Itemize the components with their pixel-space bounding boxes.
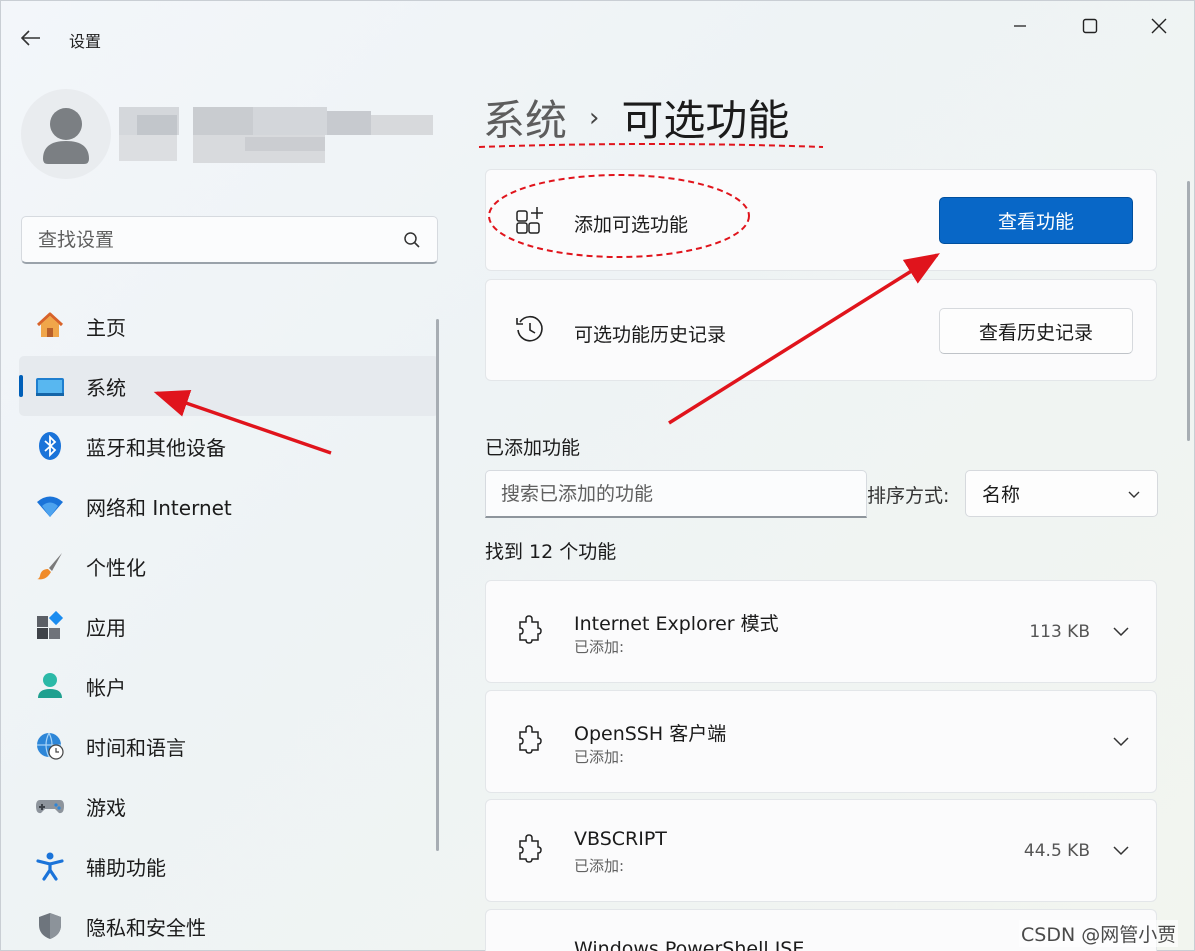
puzzle-icon bbox=[519, 615, 542, 644]
sidebar-item-bluetooth[interactable]: 蓝牙和其他设备 bbox=[19, 416, 439, 476]
watermark: CSDN @网管小贾 bbox=[1019, 920, 1179, 947]
feature-status: 已添加: bbox=[574, 638, 625, 656]
sort-value: 名称 bbox=[982, 484, 1021, 506]
apps-icon bbox=[35, 611, 65, 641]
settings-window: 设置 查找设置 主页 系统 蓝牙和其他设备 网络和 Internet 个性化 应… bbox=[0, 0, 1195, 951]
sidebar-item-label: 帐户 bbox=[86, 675, 126, 700]
accessibility-icon bbox=[35, 851, 65, 881]
feature-name: Internet Explorer 模式 bbox=[574, 613, 779, 635]
add-feature-title: 添加可选功能 bbox=[574, 214, 689, 236]
history-icon bbox=[514, 313, 546, 345]
back-arrow-icon bbox=[21, 30, 40, 46]
maximize-icon bbox=[1082, 18, 1098, 34]
wifi-icon bbox=[35, 491, 65, 521]
shield-icon bbox=[35, 911, 65, 941]
breadcrumb-parent[interactable]: 系统 bbox=[483, 87, 567, 148]
user-icon bbox=[43, 108, 89, 164]
sort-label: 排序方式: bbox=[867, 485, 950, 507]
sidebar-item-label: 主页 bbox=[86, 315, 126, 340]
title-bar: 设置 bbox=[1, 1, 1195, 71]
maximize-button[interactable] bbox=[1067, 9, 1113, 43]
sidebar-item-label: 辅助功能 bbox=[86, 855, 166, 880]
breadcrumb: 系统 › 可选功能 bbox=[483, 87, 789, 148]
feature-history-title: 可选功能历史记录 bbox=[574, 324, 727, 346]
sidebar-item-gaming[interactable]: 游戏 bbox=[19, 776, 439, 836]
sidebar-item-label: 时间和语言 bbox=[86, 735, 186, 760]
feature-history-card: 可选功能历史记录 查看历史记录 bbox=[485, 279, 1157, 381]
app-title: 设置 bbox=[69, 32, 102, 51]
sort-dropdown[interactable]: 名称 bbox=[965, 470, 1158, 517]
close-icon bbox=[1151, 18, 1167, 34]
sidebar-nav: 主页 系统 蓝牙和其他设备 网络和 Internet 个性化 应用 帐户 时间和… bbox=[19, 296, 439, 951]
bluetooth-icon bbox=[35, 431, 65, 461]
found-count: 找到 12 个功能 bbox=[485, 541, 617, 563]
add-apps-icon bbox=[514, 204, 546, 236]
sidebar-scrollbar[interactable] bbox=[436, 319, 439, 851]
search-icon[interactable] bbox=[403, 231, 421, 249]
globe-clock-icon bbox=[35, 731, 65, 761]
chevron-down-icon[interactable] bbox=[1112, 734, 1130, 748]
brush-icon bbox=[35, 551, 65, 581]
home-icon bbox=[35, 311, 65, 341]
avatar[interactable] bbox=[21, 89, 111, 179]
sidebar-item-accessibility[interactable]: 辅助功能 bbox=[19, 836, 439, 896]
feature-item[interactable]: OpenSSH 客户端 已添加: bbox=[485, 690, 1157, 793]
installed-features-heading: 已添加功能 bbox=[485, 437, 581, 459]
chevron-down-icon[interactable] bbox=[1112, 843, 1130, 857]
feature-name: OpenSSH 客户端 bbox=[574, 723, 727, 745]
feature-status: 已添加: bbox=[574, 857, 625, 875]
breadcrumb-separator: › bbox=[589, 102, 600, 133]
sidebar-item-label: 蓝牙和其他设备 bbox=[86, 435, 226, 460]
feature-name: VBSCRIPT bbox=[574, 828, 667, 850]
search-input[interactable] bbox=[38, 228, 398, 251]
sidebar-item-label: 隐私和安全性 bbox=[86, 915, 206, 940]
sidebar-item-personalization[interactable]: 个性化 bbox=[19, 536, 439, 596]
page-title: 可选功能 bbox=[621, 96, 790, 145]
feature-size: 113 KB bbox=[1029, 622, 1090, 642]
content-scrollbar[interactable] bbox=[1187, 181, 1190, 441]
sidebar-item-label: 网络和 Internet bbox=[86, 495, 232, 520]
sidebar-item-network[interactable]: 网络和 Internet bbox=[19, 476, 439, 536]
puzzle-icon bbox=[519, 834, 542, 863]
back-button[interactable] bbox=[15, 23, 47, 53]
redacted-user-name bbox=[119, 107, 433, 163]
close-button[interactable] bbox=[1136, 9, 1182, 43]
active-indicator bbox=[19, 375, 23, 397]
sidebar-item-label: 应用 bbox=[86, 615, 126, 640]
sidebar-item-apps[interactable]: 应用 bbox=[19, 596, 439, 656]
add-feature-card: 添加可选功能 查看功能 bbox=[485, 169, 1157, 271]
feature-item[interactable]: VBSCRIPT 已添加: 44.5 KB bbox=[485, 799, 1157, 902]
gamepad-icon bbox=[35, 791, 65, 821]
sidebar-item-home[interactable]: 主页 bbox=[19, 296, 439, 356]
sidebar-item-label: 个性化 bbox=[86, 555, 146, 580]
chevron-down-icon bbox=[1128, 491, 1140, 498]
sidebar-item-label: 游戏 bbox=[86, 795, 126, 820]
chevron-down-icon[interactable] bbox=[1112, 624, 1130, 638]
minimize-button[interactable] bbox=[997, 9, 1043, 43]
feature-name: Windows PowerShell ISE bbox=[574, 938, 805, 951]
sidebar-item-system[interactable]: 系统 bbox=[19, 356, 439, 416]
view-history-button[interactable]: 查看历史记录 bbox=[939, 308, 1133, 354]
sidebar-item-time-language[interactable]: 时间和语言 bbox=[19, 716, 439, 776]
sidebar-item-label: 系统 bbox=[86, 375, 126, 400]
account-icon bbox=[35, 671, 65, 701]
feature-item[interactable]: Internet Explorer 模式 已添加: 113 KB bbox=[485, 580, 1157, 683]
sidebar-item-accounts[interactable]: 帐户 bbox=[19, 656, 439, 716]
sidebar-item-privacy[interactable]: 隐私和安全性 bbox=[19, 896, 439, 951]
puzzle-icon bbox=[519, 725, 542, 754]
feature-size: 44.5 KB bbox=[1023, 841, 1090, 861]
minimize-icon bbox=[1014, 25, 1026, 27]
settings-search-box[interactable] bbox=[21, 216, 438, 264]
installed-search-input[interactable] bbox=[501, 482, 851, 505]
system-display-icon bbox=[35, 371, 65, 401]
view-features-button[interactable]: 查看功能 bbox=[939, 197, 1133, 244]
feature-status: 已添加: bbox=[574, 748, 625, 766]
installed-search-box[interactable] bbox=[485, 470, 867, 518]
